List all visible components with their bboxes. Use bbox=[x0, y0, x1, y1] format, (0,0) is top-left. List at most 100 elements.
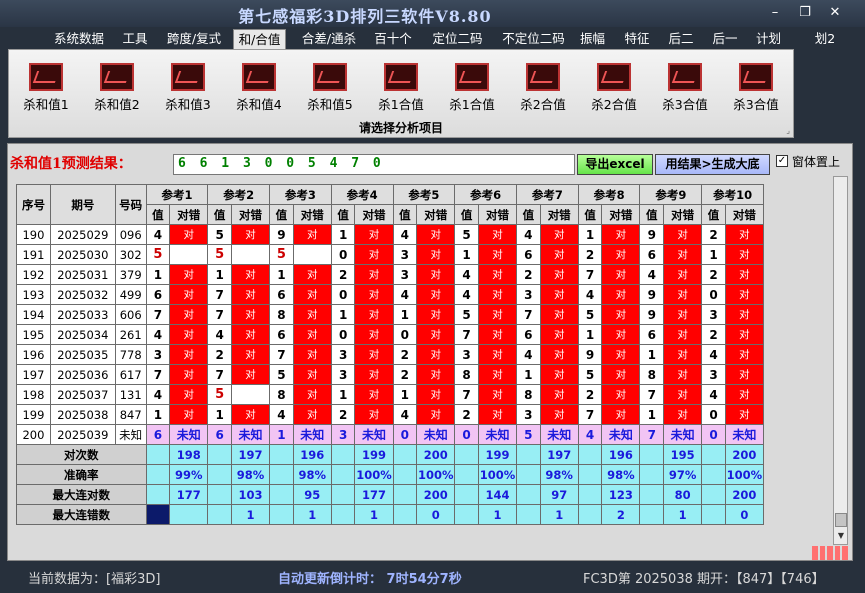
hit-mark: 对 bbox=[292, 364, 332, 385]
predict-unknown: 未知 bbox=[724, 424, 765, 445]
table-row[interactable]: 199 2025038 847 1 对 1 对 4 对 2 对 4 对 2 对 3 对 7 对 1 对 0 对 bbox=[16, 404, 765, 425]
ref-value: 5 bbox=[207, 384, 232, 405]
stats-gap bbox=[207, 504, 232, 525]
stats-value: 1 bbox=[292, 504, 332, 525]
generate-base-button[interactable]: 用结果>生成大底 bbox=[655, 154, 770, 175]
table-row[interactable]: 195 2025034 261 4 对 4 对 6 对 0 对 0 对 7 对 6 对 1 对 6 对 2 对 bbox=[16, 324, 765, 345]
stay-on-top-checkbox[interactable]: ✓ bbox=[776, 155, 788, 167]
ref-value: 7 bbox=[269, 344, 294, 365]
stats-gap bbox=[330, 504, 356, 525]
hit-mark: 对 bbox=[230, 304, 271, 325]
menu-item-9[interactable]: 特征 bbox=[618, 29, 656, 49]
table-row[interactable]: 190 2025029 096 4 对 5 对 9 对 1 对 4 对 5 对 4 对 1 对 9 对 2 对 bbox=[16, 224, 765, 245]
stats-value: 100% bbox=[477, 464, 518, 485]
row-code: 606 bbox=[114, 304, 147, 325]
maximize-button[interactable]: ❐ bbox=[792, 5, 818, 20]
hit-mark: 对 bbox=[601, 224, 641, 245]
hit-mark: 对 bbox=[724, 344, 765, 365]
ribbon-button-3[interactable]: 杀和值4 bbox=[226, 56, 292, 118]
predict-unknown: 未知 bbox=[292, 424, 332, 445]
hit-mark: 对 bbox=[477, 344, 518, 365]
menu-item-5[interactable]: 百十个 bbox=[370, 29, 416, 49]
ribbon-expand-icon[interactable]: ⌟ bbox=[786, 126, 790, 135]
predict-unknown: 未知 bbox=[354, 424, 394, 445]
menu-item-13[interactable]: 划2 bbox=[810, 29, 840, 49]
ref-value: 7 bbox=[454, 324, 479, 345]
stats-gap bbox=[577, 464, 603, 485]
menu-item-7[interactable]: 不定位二码 bbox=[495, 29, 572, 49]
menu-item-1[interactable]: 工具 bbox=[116, 29, 154, 49]
progress-stripes bbox=[812, 546, 848, 560]
hit-mark: 对 bbox=[663, 264, 703, 285]
stats-gap bbox=[269, 484, 294, 505]
ref-value: 7 bbox=[516, 304, 541, 325]
scroll-down-icon[interactable]: ▼ bbox=[835, 530, 847, 543]
ribbon-button-8[interactable]: 杀2合值 bbox=[581, 56, 647, 118]
export-excel-button[interactable]: 导出excel bbox=[577, 154, 653, 175]
menu-item-4[interactable]: 合差/通杀 bbox=[296, 29, 362, 49]
ribbon-button-0[interactable]: 杀和值1 bbox=[13, 56, 79, 118]
close-button[interactable]: ✕ bbox=[822, 5, 848, 20]
stats-value: 0 bbox=[724, 504, 765, 525]
stats-value: 100% bbox=[724, 464, 765, 485]
stay-on-top-label: 窗体置上 bbox=[792, 155, 841, 169]
row-issue: 2025039 bbox=[49, 424, 116, 445]
stats-value: 100% bbox=[354, 464, 394, 485]
table-row[interactable]: 192 2025031 379 1 对 1 对 1 对 2 对 3 对 4 对 2 对 7 对 4 对 2 对 bbox=[16, 264, 765, 285]
stats-gap bbox=[330, 464, 356, 485]
menu-item-6[interactable]: 定位二码 bbox=[425, 29, 490, 49]
minimize-button[interactable]: – bbox=[762, 5, 788, 20]
stats-value: 199 bbox=[354, 444, 394, 465]
ribbon-button-1[interactable]: 杀和值2 bbox=[84, 56, 150, 118]
row-seq: 196 bbox=[16, 344, 51, 365]
menu-item-2[interactable]: 跨度/复式 bbox=[160, 29, 228, 49]
ribbon-button-9[interactable]: 杀3合值 bbox=[652, 56, 718, 118]
miss-mark bbox=[169, 244, 209, 265]
predict-unknown: 未知 bbox=[663, 424, 703, 445]
row-code: 379 bbox=[114, 264, 147, 285]
ribbon-button-5[interactable]: 杀1合值 bbox=[368, 56, 434, 118]
ribbon-button-6[interactable]: 杀1合值 bbox=[439, 56, 505, 118]
table-row[interactable]: 194 2025033 606 7 对 7 对 8 对 1 对 1 对 5 对 7 对 5 对 9 对 3 对 bbox=[16, 304, 765, 325]
menu-item-10[interactable]: 后二 bbox=[662, 29, 700, 49]
ref-value: 5 bbox=[577, 364, 603, 385]
prediction-result-field[interactable]: 6 6 1 3 0 0 5 4 7 0 bbox=[173, 154, 575, 175]
stats-row: 准确率 99% 98% 98% 100% 100% 100% 98% 98% 97% 100% bbox=[16, 464, 765, 485]
stats-gap bbox=[392, 464, 418, 485]
header-value: 值 bbox=[330, 204, 356, 225]
row-code: 499 bbox=[114, 284, 147, 305]
menu-item-8[interactable]: 振幅 bbox=[574, 29, 611, 49]
ref-value: 3 bbox=[392, 264, 418, 285]
scrollbar-thumb[interactable] bbox=[835, 513, 847, 527]
predict-row[interactable]: 200 2025039 未知 6 未知 6 未知 1 未知 3 未知 0 未知 0 未知 5 未知 4 未知 7 未知 0… bbox=[16, 424, 765, 445]
menu-item-12[interactable]: 计划 bbox=[751, 29, 786, 49]
menu-item-11[interactable]: 后一 bbox=[705, 29, 745, 49]
ref-value: 6 bbox=[145, 284, 171, 305]
hit-mark: 对 bbox=[539, 264, 579, 285]
ribbon-button-10[interactable]: 杀3合值 bbox=[723, 56, 789, 118]
chart-icon bbox=[313, 63, 347, 91]
ref-value: 7 bbox=[145, 304, 171, 325]
table-row[interactable]: 191 2025030 302 5 5 5 0 对 3 对 1 对 6 对 2 对 6 对 1 对 bbox=[16, 244, 765, 265]
ribbon-button-2[interactable]: 杀和值3 bbox=[155, 56, 221, 118]
table-row[interactable]: 198 2025037 131 4 对 5 8 对 1 对 1 对 7 对 8 对 2 对 7 对 4 对 bbox=[16, 384, 765, 405]
ref-value: 4 bbox=[639, 264, 665, 285]
ref-value: 4 bbox=[145, 224, 171, 245]
ref-value: 3 bbox=[701, 304, 726, 325]
ref-value: 1 bbox=[701, 244, 726, 265]
ref-value: 8 bbox=[516, 384, 541, 405]
table-row[interactable]: 196 2025035 778 3 对 2 对 7 对 3 对 2 对 3 对 4 对 9 对 1 对 4 对 bbox=[16, 344, 765, 365]
ref-value: 2 bbox=[577, 244, 603, 265]
menu-item-3[interactable]: 和/合值 bbox=[233, 29, 286, 49]
stats-gap bbox=[701, 484, 726, 505]
menu-item-0[interactable]: 系统数据 bbox=[48, 29, 110, 49]
ribbon-button-label: 杀1合值 bbox=[378, 97, 424, 112]
vertical-scrollbar[interactable]: ▼ bbox=[833, 176, 848, 545]
table-row[interactable]: 197 2025036 617 7 对 7 对 5 对 3 对 2 对 8 对 1 对 5 对 8 对 3 对 bbox=[16, 364, 765, 385]
table-row[interactable]: 193 2025032 499 6 对 7 对 6 对 0 对 4 对 4 对 3 对 4 对 9 对 0 对 bbox=[16, 284, 765, 305]
ribbon-button-7[interactable]: 杀2合值 bbox=[510, 56, 576, 118]
stats-value: 196 bbox=[292, 444, 332, 465]
header-code: 号码 bbox=[114, 184, 147, 225]
stats-gap bbox=[145, 464, 171, 485]
ribbon-button-4[interactable]: 杀和值5 bbox=[297, 56, 363, 118]
